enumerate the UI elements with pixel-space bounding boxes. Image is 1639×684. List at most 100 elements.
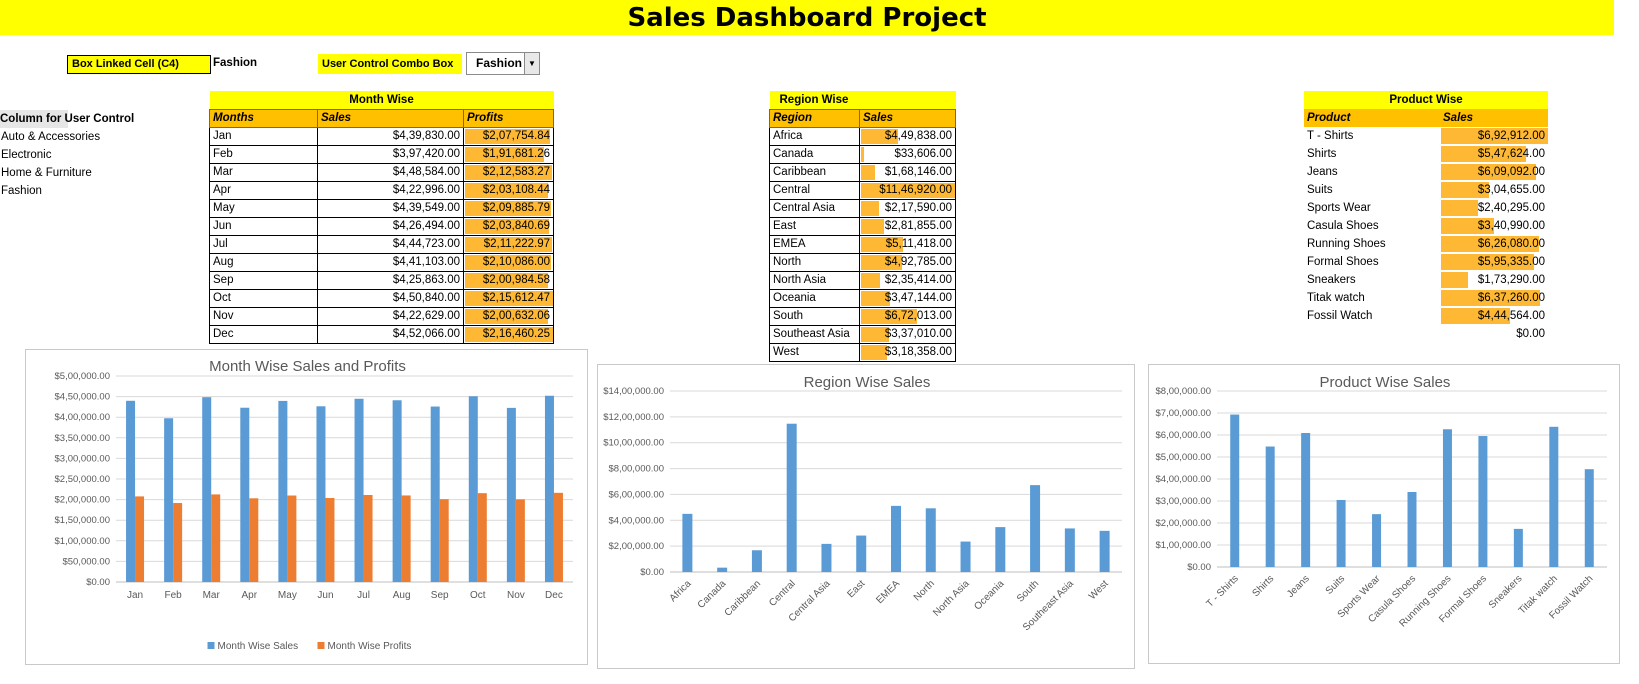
month-cell[interactable]: May [209, 199, 318, 218]
bar-sales[interactable] [240, 407, 250, 582]
bar-sales[interactable] [786, 423, 797, 572]
month-cell[interactable]: Aug [209, 253, 318, 272]
profits-cell[interactable]: $2,10,086.00 [462, 253, 555, 272]
bar-sales[interactable] [278, 400, 288, 582]
sales-cell[interactable]: $6,92,912.00 [1440, 127, 1549, 145]
region-cell[interactable]: Central Asia [769, 199, 860, 218]
region-cell[interactable]: West [769, 343, 860, 362]
bar-sales[interactable] [682, 513, 693, 572]
product-cell[interactable]: Casula Shoes [1304, 217, 1440, 235]
user-control-item[interactable]: Home & Furniture [0, 164, 200, 182]
month-cell[interactable]: Jun [209, 217, 318, 236]
col-header-profits[interactable]: Profits [462, 108, 555, 128]
product-cell[interactable]: T - Shirts [1304, 127, 1440, 145]
bar-profits[interactable] [553, 492, 563, 582]
bar-sales[interactable] [392, 400, 402, 582]
sales-cell[interactable]: $3,37,010.00 [859, 325, 956, 344]
product-wise-chart[interactable]: Product Wise Sales $0.00 $1,00,000.00 $2,00… [1148, 364, 1620, 664]
sales-cell[interactable]: $33,606.00 [859, 145, 956, 164]
sales-cell[interactable]: $4,52,066.00 [317, 325, 464, 344]
sales-cell[interactable]: $2,40,295.00 [1440, 199, 1548, 217]
bar-sales[interactable] [1584, 469, 1594, 567]
month-cell[interactable]: Mar [209, 163, 318, 182]
sales-cell[interactable]: $4,48,584.00 [317, 163, 464, 182]
month-cell[interactable]: Sep [209, 271, 318, 290]
bar-profits[interactable] [325, 498, 335, 582]
bar-sales[interactable] [1442, 429, 1452, 567]
profits-cell[interactable]: $2,07,754.84 [462, 127, 555, 146]
product-cell[interactable]: Titak watch [1304, 289, 1440, 307]
product-cell[interactable]: Suits [1304, 181, 1440, 199]
bar-sales[interactable] [1513, 528, 1523, 567]
sales-cell[interactable]: $6,09,092.00 [1440, 163, 1548, 181]
region-cell[interactable]: Africa [769, 127, 860, 146]
sales-cell[interactable]: $6,26,080.00 [1440, 235, 1548, 253]
sales-cell[interactable]: $4,22,996.00 [317, 181, 464, 200]
month-cell[interactable]: Dec [209, 325, 318, 344]
bar-sales[interactable] [856, 535, 867, 572]
product-cell[interactable]: Sneakers [1304, 271, 1440, 289]
bar-sales[interactable] [1230, 414, 1240, 567]
product-cell[interactable]: Jeans [1304, 163, 1440, 181]
sales-cell[interactable]: $4,41,103.00 [317, 253, 464, 272]
bar-sales[interactable] [1265, 446, 1275, 567]
month-cell[interactable]: Apr [209, 181, 318, 200]
sales-cell[interactable]: $3,97,420.00 [317, 145, 464, 164]
region-cell[interactable]: South [769, 307, 860, 326]
bar-sales[interactable] [925, 508, 936, 572]
combo-box[interactable]: Fashion ▼ [466, 52, 540, 75]
bar-sales[interactable] [1336, 499, 1346, 567]
region-cell[interactable]: Central [769, 181, 860, 200]
bar-profits[interactable] [477, 493, 487, 582]
dropdown-arrow-icon[interactable]: ▼ [524, 53, 539, 74]
product-cell[interactable]: Formal Shoes [1304, 253, 1440, 271]
region-cell[interactable]: Oceania [769, 289, 860, 308]
profits-cell[interactable]: $2,03,108.44 [462, 181, 555, 200]
bar-sales[interactable] [164, 418, 174, 582]
user-control-item[interactable]: Fashion [0, 182, 200, 200]
col-header-product[interactable]: Product [1304, 109, 1440, 127]
profits-cell[interactable]: $2,12,583.27 [462, 163, 555, 182]
profits-cell[interactable]: $2,15,612.47 [462, 289, 555, 308]
bar-profits[interactable] [515, 499, 525, 582]
bar-sales[interactable] [430, 406, 440, 582]
bar-profits[interactable] [173, 503, 183, 582]
bar-sales[interactable] [202, 397, 212, 582]
sales-cell[interactable]: $4,50,840.00 [317, 289, 464, 308]
month-cell[interactable]: Jan [209, 127, 318, 146]
region-cell[interactable]: Caribbean [769, 163, 860, 182]
col-header-region[interactable]: Region [769, 108, 860, 128]
sales-cell[interactable]: $3,18,358.00 [859, 343, 956, 362]
bar-sales[interactable] [751, 550, 762, 572]
region-cell[interactable]: East [769, 217, 860, 236]
sales-cell[interactable]: $6,37,260.00 [1440, 289, 1548, 307]
region-cell[interactable]: Southeast Asia [769, 325, 860, 344]
bar-profits[interactable] [401, 495, 411, 582]
bar-sales[interactable] [1064, 528, 1075, 572]
product-cell[interactable]: Shirts [1304, 145, 1440, 163]
profits-cell[interactable]: $2,00,632.06 [462, 307, 555, 326]
region-cell[interactable]: North Asia [769, 271, 860, 290]
sales-cell[interactable]: $5,95,335.00 [1440, 253, 1548, 271]
sales-cell[interactable]: $4,39,549.00 [317, 199, 464, 218]
sales-cell[interactable]: $4,25,863.00 [317, 271, 464, 290]
region-cell[interactable]: Canada [769, 145, 860, 164]
col-header-sales[interactable]: Sales [317, 108, 464, 128]
bar-profits[interactable] [249, 498, 259, 582]
bar-sales[interactable] [1478, 436, 1488, 567]
col-header-sales[interactable]: Sales [1440, 109, 1549, 127]
bar-sales[interactable] [891, 505, 901, 572]
bar-sales[interactable] [821, 543, 832, 572]
product-cell[interactable]: Fossil Watch [1304, 307, 1440, 325]
sales-cell[interactable]: $5,47,624.00 [1440, 145, 1548, 163]
sales-cell[interactable]: $4,26,494.00 [317, 217, 464, 236]
profits-cell[interactable]: $2,00,984.58 [462, 271, 555, 290]
profits-cell[interactable]: $1,91,681.26 [462, 145, 555, 164]
bar-profits[interactable] [135, 496, 145, 582]
sales-cell[interactable]: $4,49,838.00 [859, 127, 956, 146]
month-cell[interactable]: Nov [209, 307, 318, 326]
bar-profits[interactable] [211, 494, 221, 582]
sales-cell[interactable]: $3,04,655.00 [1440, 181, 1548, 199]
region-wise-chart[interactable]: Region Wise Sales $0.00 $2,00,000.00 $4,00,… [597, 364, 1135, 669]
region-cell[interactable]: EMEA [769, 235, 860, 254]
